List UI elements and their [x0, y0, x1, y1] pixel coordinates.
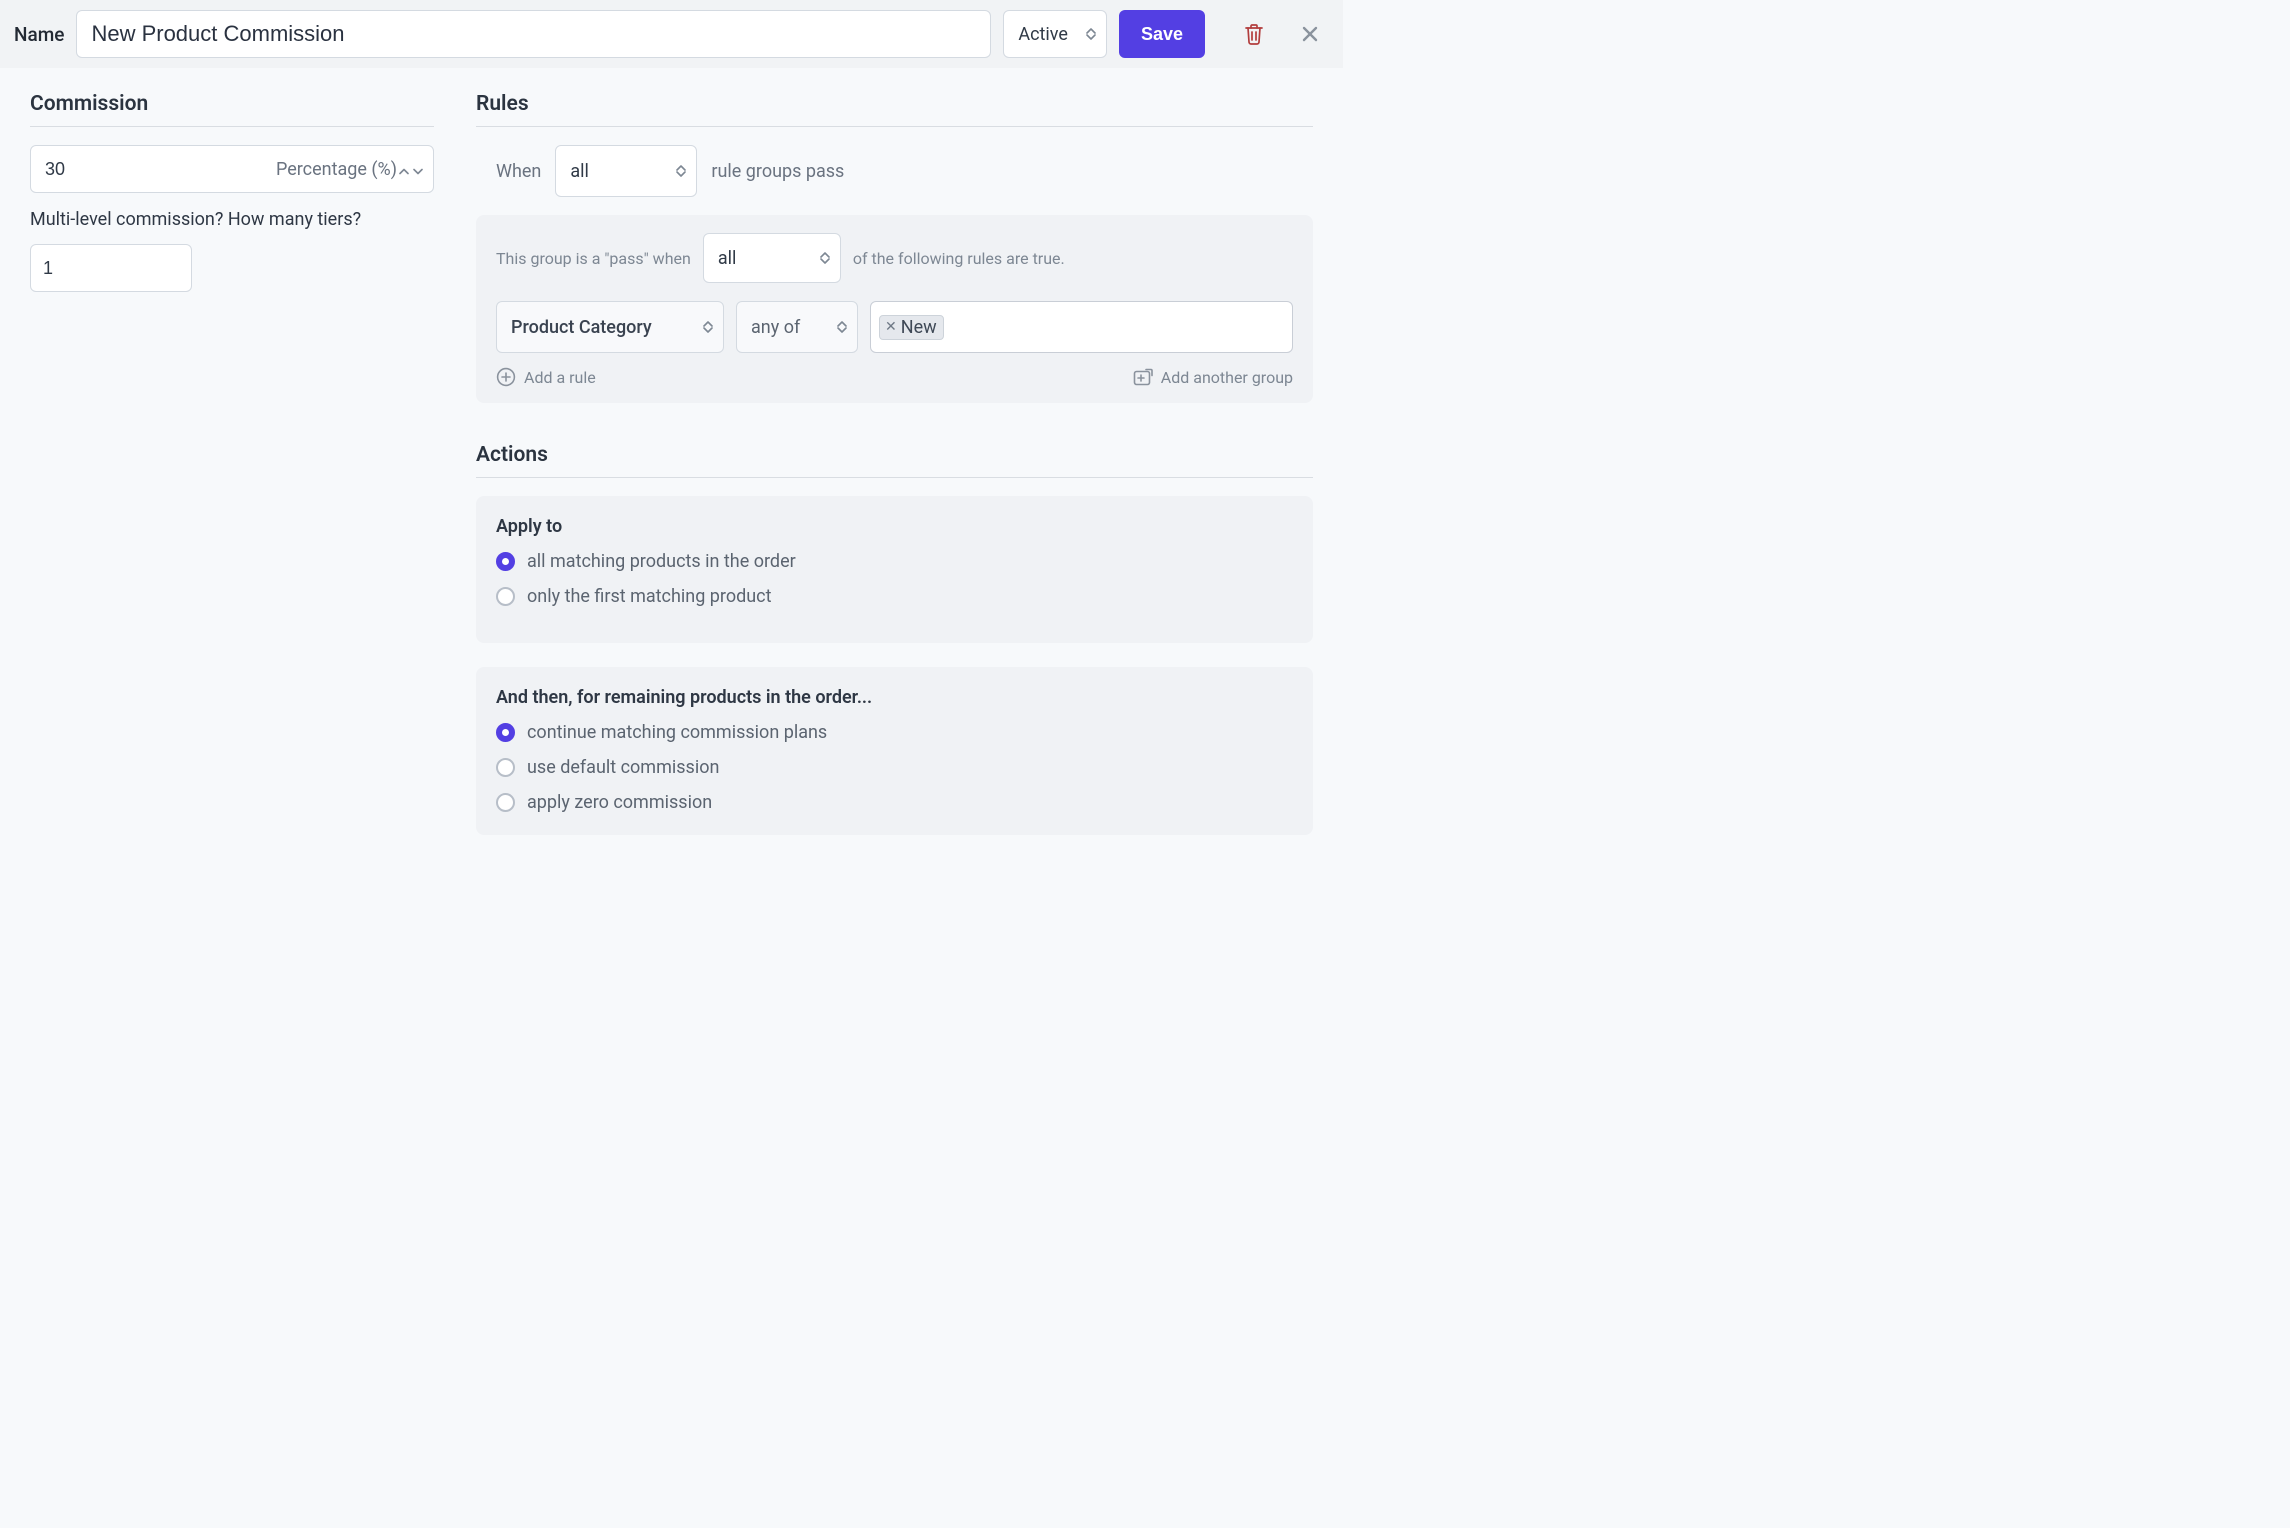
add-group-label: Add another group — [1161, 368, 1293, 387]
radio-icon — [496, 552, 515, 571]
token-label: New — [901, 317, 937, 338]
rules-when-line: When all rule groups pass — [496, 145, 1313, 197]
tier-count-input[interactable] — [30, 244, 192, 292]
remaining-box: And then, for remaining products in the … — [476, 667, 1313, 835]
commission-type-select[interactable]: Percentage (%) — [266, 146, 433, 192]
chevron-updown-icon — [820, 252, 830, 264]
chevron-updown-icon — [676, 165, 686, 177]
rule-group: This group is a "pass" when all of the f… — [476, 215, 1313, 403]
tier-label: Multi-level commission? How many tiers? — [30, 209, 434, 230]
rule-operator-value: any of — [751, 317, 800, 338]
group-prefix: This group is a "pass" when — [496, 249, 691, 268]
apply-to-option-all[interactable]: all matching products in the order — [496, 551, 1293, 572]
radio-label: only the first matching product — [527, 586, 771, 607]
commission-amount-input[interactable] — [43, 158, 123, 181]
rule-subject-select[interactable]: Product Category — [496, 301, 724, 353]
rules-title: Rules — [476, 92, 1313, 127]
rule-value-input[interactable]: ✕ New — [870, 301, 1293, 353]
token-remove-icon[interactable]: ✕ — [885, 319, 897, 335]
rule-value-token[interactable]: ✕ New — [879, 315, 944, 340]
radio-icon — [496, 758, 515, 777]
remaining-option-continue[interactable]: continue matching commission plans — [496, 722, 1293, 743]
apply-to-option-first[interactable]: only the first matching product — [496, 586, 1293, 607]
commission-value-row: Percentage (%) — [30, 145, 434, 193]
trash-icon — [1244, 23, 1264, 45]
close-icon — [1300, 24, 1320, 44]
when-mode-value: all — [570, 161, 589, 182]
remaining-label: And then, for remaining products in the … — [496, 687, 1293, 708]
remaining-option-default[interactable]: use default commission — [496, 757, 1293, 778]
plus-circle-icon — [496, 367, 516, 387]
when-mode-select[interactable]: all — [555, 145, 697, 197]
save-button[interactable]: Save — [1119, 10, 1205, 58]
status-value: Active — [1018, 24, 1068, 45]
chevron-updown-icon — [703, 321, 713, 333]
header-bar: Name Active Save — [0, 0, 1343, 68]
apply-to-label: Apply to — [496, 516, 1293, 537]
add-group-icon — [1133, 368, 1153, 386]
add-rule-button[interactable]: Add a rule — [496, 367, 596, 387]
close-button[interactable] — [1291, 15, 1329, 53]
actions-title: Actions — [476, 443, 1313, 478]
rule-subject-value: Product Category — [511, 317, 652, 338]
rule-row: Product Category any of — [496, 301, 1293, 353]
delete-button[interactable] — [1235, 15, 1273, 53]
when-suffix: rule groups pass — [711, 161, 844, 182]
chevron-updown-icon — [399, 159, 423, 180]
add-rule-label: Add a rule — [524, 368, 596, 387]
when-prefix: When — [496, 161, 541, 182]
name-label: Name — [14, 23, 64, 46]
rule-operator-select[interactable]: any of — [736, 301, 858, 353]
commission-title: Commission — [30, 92, 434, 127]
radio-icon — [496, 793, 515, 812]
radio-icon — [496, 723, 515, 742]
status-select[interactable]: Active — [1003, 10, 1107, 58]
radio-label: all matching products in the order — [527, 551, 796, 572]
radio-label: apply zero commission — [527, 792, 712, 813]
commission-type-value: Percentage (%) — [276, 159, 397, 180]
remaining-option-zero[interactable]: apply zero commission — [496, 792, 1293, 813]
group-mode-select[interactable]: all — [703, 233, 841, 283]
group-mode-value: all — [718, 248, 737, 269]
add-group-button[interactable]: Add another group — [1133, 368, 1293, 387]
chevron-updown-icon — [837, 321, 847, 333]
radio-label: use default commission — [527, 757, 719, 778]
radio-label: continue matching commission plans — [527, 722, 827, 743]
chevron-updown-icon — [1086, 28, 1096, 40]
name-input[interactable] — [76, 10, 991, 58]
group-suffix: of the following rules are true. — [853, 249, 1065, 268]
apply-to-box: Apply to all matching products in the or… — [476, 496, 1313, 643]
radio-icon — [496, 587, 515, 606]
